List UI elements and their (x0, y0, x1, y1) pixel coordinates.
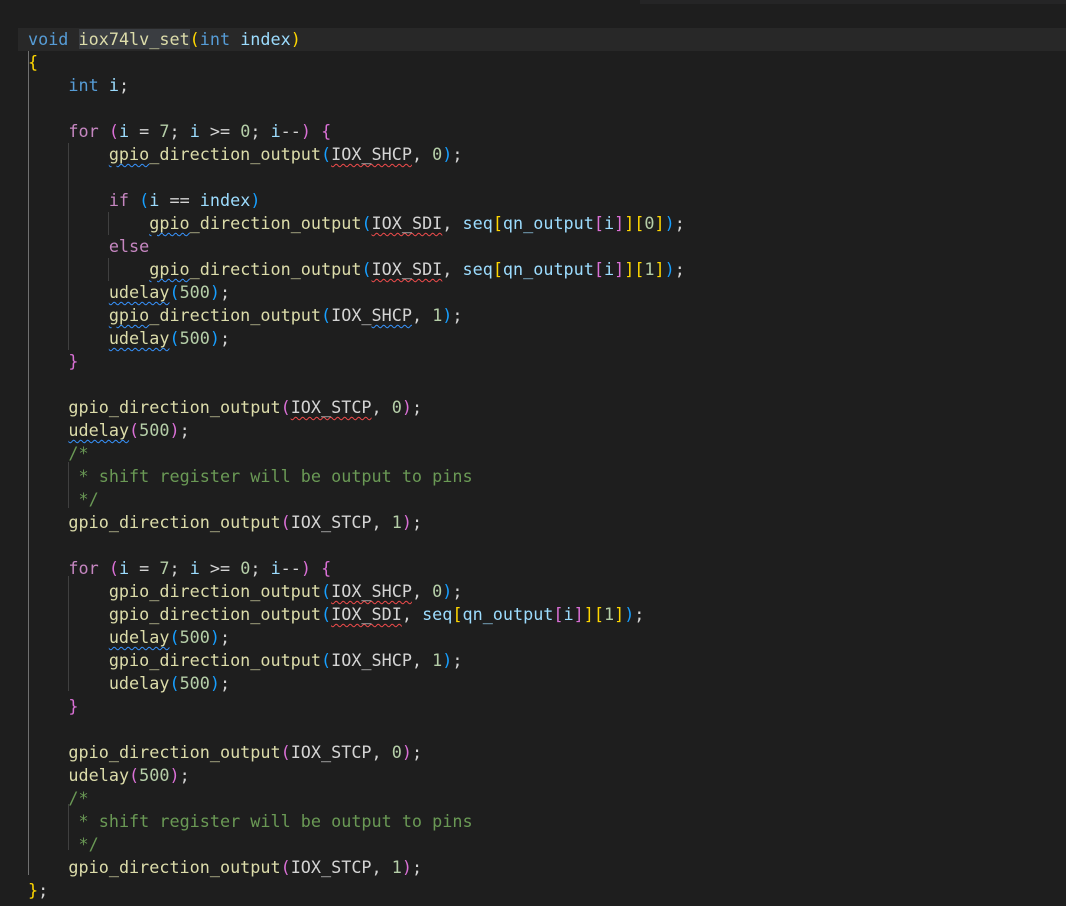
editor-top-strip (0, 0, 1066, 28)
code-line[interactable]: gpio_direction_output(IOX_SDI, seq[qn_ou… (28, 258, 685, 281)
code-line[interactable]: udelay(500); (28, 281, 230, 304)
code-line[interactable]: gpio_direction_output(IOX_SHCP, 0); (28, 580, 463, 603)
code-line[interactable]: udelay(500); (28, 327, 230, 350)
code-line[interactable]: gpio_direction_output(IOX_STCP, 1); (28, 856, 422, 879)
code-line[interactable]: if (i == index) (28, 189, 261, 212)
code-line[interactable]: for (i = 7; i >= 0; i--) { (28, 557, 331, 580)
highlighted-symbol[interactable]: iox74lv_set (78, 29, 190, 49)
code-line[interactable]: * shift register will be output to pins (28, 465, 473, 488)
code-line[interactable]: void iox74lv_set(int index) (28, 28, 301, 51)
code-line[interactable]: gpio_direction_output(IOX_SDI, seq[qn_ou… (28, 212, 685, 235)
code-line[interactable]: gpio_direction_output(IOX_SDI, seq[qn_ou… (28, 603, 645, 626)
code-line[interactable]: { (28, 51, 38, 74)
code-line[interactable]: gpio_direction_output(IOX_STCP, 1); (28, 511, 422, 534)
code-line[interactable]: udelay(500); (28, 672, 230, 695)
code-line[interactable]: } (28, 695, 78, 718)
code-editor[interactable]: void iox74lv_set(int index) { int i; for… (0, 0, 1066, 906)
code-line[interactable]: }; (28, 879, 48, 902)
code-line[interactable]: int i; (28, 74, 129, 97)
code-line[interactable]: udelay(500); (28, 626, 230, 649)
code-line[interactable]: */ (28, 833, 99, 856)
code-line[interactable]: /* (28, 787, 88, 810)
code-line[interactable]: /* (28, 442, 88, 465)
code-line[interactable]: gpio_direction_output(IOX_SHCP, 1); (28, 304, 463, 327)
code-line[interactable]: * shift register will be output to pins (28, 810, 473, 833)
code-line[interactable]: udelay(500); (28, 764, 189, 787)
code-line[interactable]: gpio_direction_output(IOX_SHCP, 1); (28, 649, 463, 672)
code-line[interactable]: */ (28, 488, 99, 511)
code-line[interactable]: gpio_direction_output(IOX_STCP, 0); (28, 741, 422, 764)
code-line[interactable]: } (28, 350, 78, 373)
code-line[interactable]: gpio_direction_output(IOX_STCP, 0); (28, 396, 422, 419)
code-line[interactable]: for (i = 7; i >= 0; i--) { (28, 120, 331, 143)
code-line[interactable]: gpio_direction_output(IOX_SHCP, 0); (28, 143, 463, 166)
code-line[interactable]: else (28, 235, 149, 258)
code-line[interactable]: udelay(500); (28, 419, 189, 442)
